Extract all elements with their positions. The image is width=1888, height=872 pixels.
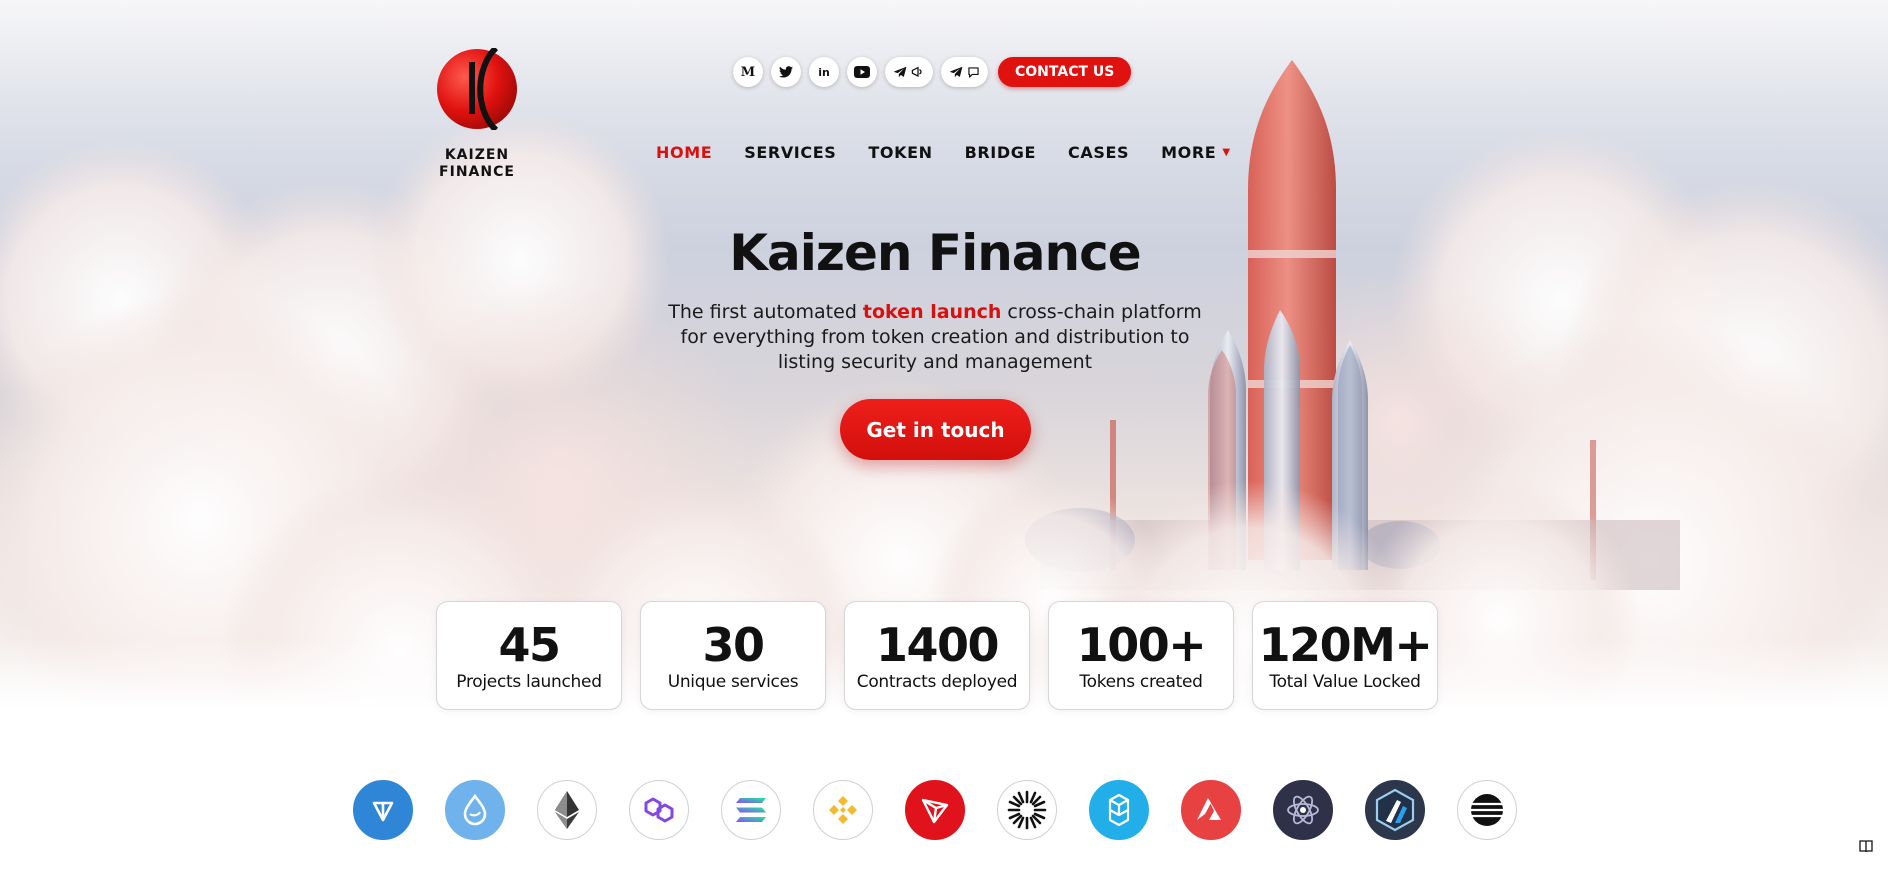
stat-label: Unique services bbox=[667, 671, 799, 692]
brand-name-line2: FINANCE bbox=[439, 164, 515, 180]
contact-us-button[interactable]: CONTACT US bbox=[998, 57, 1132, 87]
solana-icon bbox=[736, 798, 766, 822]
stat-label: Projects launched bbox=[456, 671, 602, 692]
nav-bridge[interactable]: BRIDGE bbox=[965, 143, 1036, 162]
twitter-icon bbox=[779, 66, 793, 78]
main-nav: HOME SERVICES TOKEN BRIDGE CASES MORE ▼ bbox=[656, 143, 1231, 162]
telegram-icon bbox=[893, 66, 907, 78]
hero-title: Kaizen Finance bbox=[729, 224, 1141, 282]
chain-polygon[interactable] bbox=[629, 780, 689, 840]
telegram-icon bbox=[949, 66, 963, 78]
bnb-icon bbox=[829, 796, 857, 824]
aptos-icon bbox=[1471, 794, 1503, 826]
chain-cosmos[interactable] bbox=[1273, 780, 1333, 840]
nav-home-label: HOME bbox=[656, 143, 713, 162]
chain-starburst[interactable] bbox=[997, 780, 1057, 840]
stat-value: 45 bbox=[498, 617, 561, 672]
hero-subtitle: The first automated token launch cross-c… bbox=[660, 300, 1210, 375]
chain-bnb[interactable] bbox=[813, 780, 873, 840]
book-icon[interactable] bbox=[1858, 838, 1874, 854]
fantom-icon bbox=[1108, 794, 1130, 826]
get-in-touch-button[interactable]: Get in touch bbox=[840, 399, 1031, 460]
stat-label: Tokens created bbox=[1079, 671, 1203, 692]
nav-more-label: MORE bbox=[1161, 143, 1217, 162]
tron-icon bbox=[921, 798, 949, 824]
telegram-announcements-link[interactable] bbox=[885, 57, 933, 87]
hero-subtitle-pre: The first automated bbox=[668, 301, 863, 323]
starburst-chain-icon bbox=[1007, 790, 1047, 830]
cosmos-icon bbox=[1287, 795, 1319, 825]
supported-chains bbox=[353, 780, 1517, 840]
twitter-link[interactable] bbox=[771, 57, 801, 87]
nav-token[interactable]: TOKEN bbox=[868, 143, 932, 162]
nav-more[interactable]: MORE ▼ bbox=[1161, 143, 1230, 162]
stat-value: 120M+ bbox=[1258, 617, 1433, 672]
kaizen-logo-icon bbox=[437, 45, 517, 133]
chain-solana[interactable] bbox=[721, 780, 781, 840]
nav-home[interactable]: HOME bbox=[656, 143, 712, 162]
brand-name-line1: KAIZEN bbox=[444, 147, 510, 163]
avalanche-icon bbox=[1197, 798, 1221, 820]
nav-bridge-label: BRIDGE bbox=[964, 143, 1037, 162]
stat-card: 45 Projects launched bbox=[436, 601, 622, 710]
linkedin-icon: in bbox=[818, 65, 830, 79]
stats-row: 45 Projects launched 30 Unique services … bbox=[436, 601, 1438, 710]
ethereum-icon bbox=[555, 791, 579, 829]
linkedin-link[interactable]: in bbox=[809, 57, 839, 87]
stat-value: 1400 bbox=[875, 617, 1000, 672]
hero-subtitle-highlight: token launch bbox=[862, 301, 1002, 323]
chain-aptos[interactable] bbox=[1457, 780, 1517, 840]
nav-services[interactable]: SERVICES bbox=[744, 143, 836, 162]
chain-avalanche[interactable] bbox=[1181, 780, 1241, 840]
stat-label: Total Value Locked bbox=[1269, 671, 1421, 692]
brand-logo[interactable]: KAIZEN FINANCE bbox=[436, 45, 518, 181]
youtube-icon bbox=[854, 66, 870, 78]
chain-ton[interactable] bbox=[353, 780, 413, 840]
nav-token-label: TOKEN bbox=[868, 143, 933, 162]
chat-bubble-icon bbox=[968, 66, 979, 78]
social-bar: M in CONTACT US bbox=[733, 57, 1132, 87]
nav-cases[interactable]: CASES bbox=[1068, 143, 1129, 162]
stat-value: 100+ bbox=[1076, 617, 1207, 672]
caret-down-icon: ▼ bbox=[1222, 147, 1231, 158]
megaphone-icon bbox=[911, 66, 922, 77]
polygon-icon bbox=[644, 797, 674, 823]
chain-tron[interactable] bbox=[905, 780, 965, 840]
chain-ethereum[interactable] bbox=[537, 780, 597, 840]
chain-arbitrum[interactable] bbox=[1365, 780, 1425, 840]
stat-label: Contracts deployed bbox=[856, 671, 1018, 692]
nav-services-label: SERVICES bbox=[744, 143, 837, 162]
brand-name: KAIZEN FINANCE bbox=[416, 147, 538, 181]
telegram-chat-link[interactable] bbox=[941, 57, 988, 87]
arbitrum-icon bbox=[1375, 788, 1415, 832]
chain-sui[interactable] bbox=[445, 780, 505, 840]
stat-card: 1400 Contracts deployed bbox=[844, 601, 1030, 710]
ton-icon bbox=[372, 801, 394, 822]
stat-card: 100+ Tokens created bbox=[1048, 601, 1234, 710]
medium-icon: M bbox=[740, 64, 756, 80]
youtube-link[interactable] bbox=[847, 57, 877, 87]
stat-card: 30 Unique services bbox=[640, 601, 826, 710]
stat-value: 30 bbox=[702, 617, 765, 672]
chain-fantom[interactable] bbox=[1089, 780, 1149, 840]
sui-icon bbox=[463, 794, 487, 826]
stat-card: 120M+ Total Value Locked bbox=[1252, 601, 1438, 710]
medium-link[interactable]: M bbox=[733, 57, 763, 87]
nav-cases-label: CASES bbox=[1068, 143, 1130, 162]
